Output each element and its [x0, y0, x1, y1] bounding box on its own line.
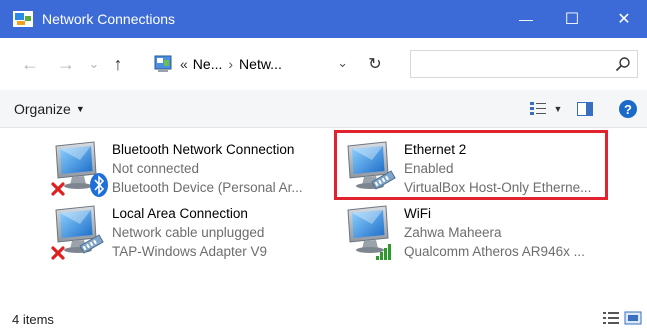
view-dropdown-button[interactable]: ▼ — [550, 90, 566, 128]
recent-locations-button[interactable]: ⌄ — [86, 52, 102, 76]
organize-label: Organize — [14, 101, 71, 117]
connection-item-ethernet-2[interactable]: Ethernet 2 Enabled VirtualBox Host-Only … — [342, 140, 602, 202]
forward-button[interactable]: → — [54, 52, 78, 76]
connection-item-wifi[interactable]: WiFi Zahwa Maheera Qualcomm Atheros AR94… — [342, 204, 602, 266]
connection-name: WiFi — [404, 206, 431, 221]
maximize-icon: ☐ — [564, 11, 580, 28]
connection-device: VirtualBox Host-Only Etherne... — [404, 180, 592, 195]
refresh-icon: ↻ — [368, 56, 382, 73]
search-input[interactable] — [410, 50, 638, 78]
connection-device: Bluetooth Device (Personal Ar... — [112, 180, 303, 195]
minimize-icon: — — [519, 11, 533, 27]
connection-name: Local Area Connection — [112, 206, 248, 221]
close-button[interactable]: ✕ — [601, 0, 647, 38]
view-options-icon — [530, 102, 546, 115]
chevron-down-icon: ⌄ — [88, 56, 100, 71]
refresh-button[interactable]: ↻ — [360, 50, 390, 78]
network-connections-icon — [13, 11, 33, 27]
caret-down-icon: ▼ — [553, 104, 563, 114]
preview-pane-icon — [577, 102, 593, 116]
bluetooth-adapter-icon — [51, 140, 108, 197]
path-dropdown-icon[interactable]: ⌄ — [337, 55, 348, 71]
address-bar: ← → ⌄ ↑ « Ne... › Netw... ⌄ ↻ — [0, 38, 647, 90]
connection-status: Zahwa Maheera — [404, 225, 502, 240]
help-button[interactable]: ? — [616, 90, 640, 128]
details-view-icon[interactable] — [602, 310, 620, 326]
connection-status: Network cable unplugged — [112, 225, 265, 240]
wifi-adapter-icon — [342, 204, 391, 260]
item-count: 4 items — [12, 312, 54, 327]
command-bar: Organize ▼ ▼ ? — [0, 90, 647, 128]
connections-list: Bluetooth Network Connection Not connect… — [0, 128, 647, 300]
breadcrumb-overflow[interactable]: « — [180, 56, 188, 72]
connection-item-local-area[interactable]: Local Area Connection Network cable unpl… — [50, 204, 320, 266]
back-button[interactable]: ← — [18, 52, 42, 76]
window-title: Network Connections — [42, 11, 176, 27]
search-icon[interactable] — [615, 56, 631, 72]
connection-status: Enabled — [404, 161, 454, 176]
close-icon: ✕ — [617, 11, 631, 28]
ethernet-adapter-icon — [342, 140, 396, 190]
title-bar: Network Connections — ☐ ✕ — [0, 0, 647, 38]
forward-arrow-icon: → — [57, 53, 75, 74]
maximize-button[interactable]: ☐ — [549, 0, 595, 38]
breadcrumb-separator: › — [228, 56, 234, 72]
help-icon: ? — [619, 100, 637, 118]
change-view-button[interactable] — [526, 90, 550, 128]
preview-pane-button[interactable] — [570, 90, 600, 128]
up-arrow-icon: ↑ — [113, 53, 123, 74]
connection-name: Ethernet 2 — [404, 142, 467, 157]
organize-button[interactable]: Organize ▼ — [14, 90, 85, 128]
up-button[interactable]: ↑ — [106, 52, 130, 76]
connection-name: Bluetooth Network Connection — [112, 142, 295, 157]
connection-device: Qualcomm Atheros AR946x ... — [404, 244, 585, 259]
connection-device: TAP-Windows Adapter V9 — [112, 244, 268, 259]
control-panel-icon — [154, 55, 172, 72]
caret-down-icon: ▼ — [75, 104, 85, 114]
minimize-button[interactable]: — — [503, 0, 549, 38]
ethernet-adapter-icon — [51, 204, 104, 260]
back-arrow-icon: ← — [21, 53, 39, 74]
large-icons-view-icon[interactable] — [624, 310, 642, 326]
address-path[interactable]: « Ne... › Netw... ⌄ — [154, 50, 354, 78]
status-bar: 4 items — [0, 306, 647, 332]
breadcrumb-item-2[interactable]: Netw... — [239, 56, 282, 72]
breadcrumb-item-1[interactable]: Ne... — [193, 56, 223, 72]
connection-item-bluetooth[interactable]: Bluetooth Network Connection Not connect… — [50, 140, 320, 202]
connection-status: Not connected — [112, 161, 200, 176]
